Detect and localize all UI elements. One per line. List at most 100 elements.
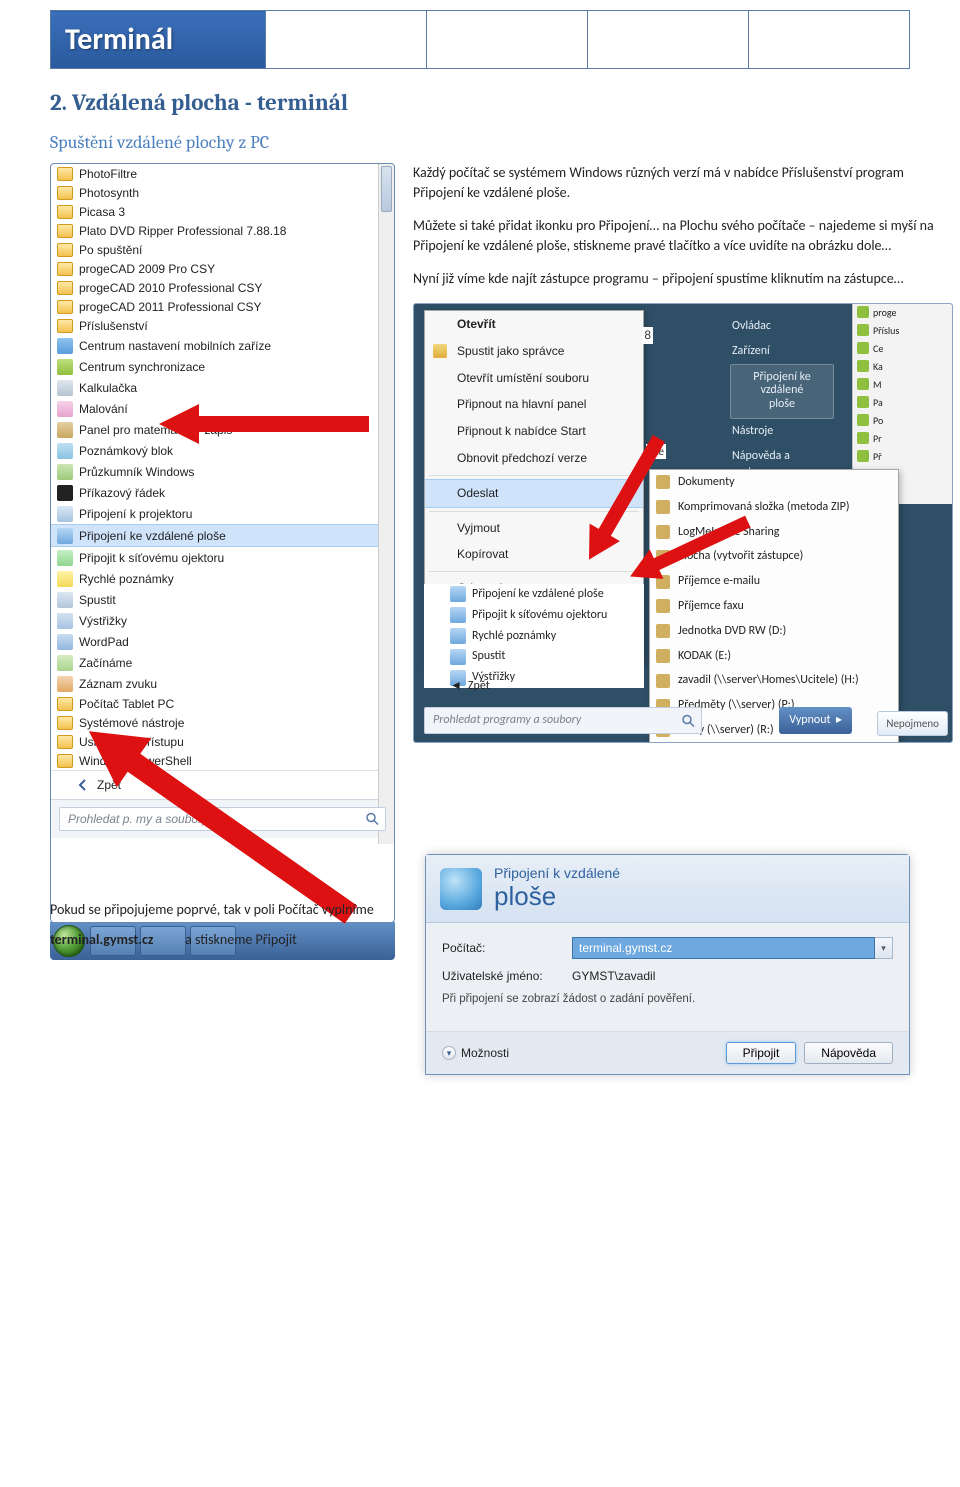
mini-icon-item: Př	[853, 448, 952, 466]
start-menu-item[interactable]: Usnadnění přístupu	[51, 732, 394, 751]
start-menu-item-label: Záznam zvuku	[79, 677, 157, 691]
rdp-instr-1: Pokud se připojujeme poprvé, tak v poli …	[50, 900, 410, 920]
start-menu-item[interactable]: Po spuštění	[51, 240, 394, 259]
start-menu-item[interactable]: progeCAD 2011 Professional CSY	[51, 297, 394, 316]
app-icon	[57, 485, 73, 501]
start-menu-item[interactable]: Windows PowerShell	[51, 751, 394, 770]
mini-icon-item: proge	[853, 304, 952, 322]
folder-icon	[57, 300, 73, 314]
mini-icon	[857, 432, 869, 444]
rdp-computer-combo[interactable]: ▾	[572, 937, 893, 959]
rdp-help-button[interactable]: Nápověda	[804, 1042, 893, 1064]
context-menu-item[interactable]: Otevřít	[425, 311, 643, 338]
mini-icon-item: Ce	[853, 340, 952, 358]
intro-para-1: Každý počítač se systémem Windows různýc…	[413, 163, 953, 202]
rdp-options-toggle[interactable]: ▾ Možnosti	[442, 1046, 509, 1060]
start-menu-item[interactable]: Průzkumník Windows	[51, 461, 394, 482]
sendto-item[interactable]: zavadil (\\server\Homes\Ucitele) (H:)	[650, 668, 898, 693]
start-menu-item-label: Průzkumník Windows	[79, 465, 194, 479]
rdp-instr-2: terminal.gymst.cz a stiskneme Připojit	[50, 930, 410, 950]
start-menu-item[interactable]: progeCAD 2010 Professional CSY	[51, 278, 394, 297]
context-menu-composite: Ovládac Zařízení Připojení ke vzdálené p…	[413, 303, 953, 743]
start-menu-item[interactable]: Photosynth	[51, 183, 394, 202]
shutdown-button[interactable]: Vypnout ▸	[779, 707, 852, 734]
rdp-connect-button[interactable]: Připojit	[726, 1042, 797, 1064]
start-menu-item[interactable]: PhotoFiltre	[51, 164, 394, 183]
start-menu-item[interactable]: Plato DVD Ripper Professional 7.88.18	[51, 221, 394, 240]
mini-icon	[857, 342, 869, 354]
context-menu-item[interactable]: Obnovit předchozí verze	[425, 445, 643, 472]
rdp-computer-dropdown[interactable]: ▾	[875, 937, 893, 959]
intro-para-2: Můžete si také přidat ikonku pro Připoje…	[413, 216, 953, 255]
context-menu-separator	[429, 475, 639, 476]
start-menu-item-label: Příslušenství	[79, 319, 148, 333]
app-icon	[57, 506, 73, 522]
bkg-menu-item[interactable]: Připojení ke vzdálené ploše	[424, 584, 644, 605]
folder-icon	[57, 319, 73, 333]
start-menu-item[interactable]: Připojit k síťovému ojektoru	[51, 547, 394, 568]
folder-icon	[57, 224, 73, 238]
start-menu-item[interactable]: WordPad	[51, 631, 394, 652]
app-icon	[450, 586, 466, 602]
start-menu-item-label: Připojit k síťovému ojektoru	[79, 551, 224, 565]
sendto-item[interactable]: KODAK (E:)	[650, 644, 898, 669]
start-menu-item[interactable]: Picasa 3	[51, 202, 394, 221]
start-menu-item-label: Rychlé poznámky	[79, 572, 174, 586]
bkg-menu-item[interactable]: Rychlé poznámky	[424, 626, 644, 647]
start-menu-item[interactable]: Záznam zvuku	[51, 673, 394, 694]
start-menu-item[interactable]: Spustit	[51, 589, 394, 610]
shield-icon	[433, 344, 447, 358]
start-menu-item[interactable]: Příslušenství	[51, 316, 394, 335]
start-menu-item-label: Počítač Tablet PC	[79, 697, 174, 711]
bkg-back[interactable]: ◄ Zpět	[424, 674, 500, 699]
context-menu-item[interactable]: Otevřít umístění souboru	[425, 365, 643, 392]
shortcut-highlight[interactable]: Připojení ke vzdálené ploše	[730, 364, 834, 419]
start-menu-item[interactable]: progeCAD 2009 Pro CSY	[51, 259, 394, 278]
app-icon	[57, 592, 73, 608]
sendto-item[interactable]: Příjemce faxu	[650, 594, 898, 619]
composite-search[interactable]: Prohledat programy a soubory	[424, 707, 702, 734]
start-search-input[interactable]: Prohledat p. my a soubory	[59, 807, 386, 831]
start-menu-item-label: Po spuštění	[79, 243, 142, 257]
context-menu-item[interactable]: Připnout na hlavní panel	[425, 391, 643, 418]
sendto-icon	[656, 649, 670, 663]
dark-item-1[interactable]: Zařízení	[730, 339, 834, 364]
header-empty-2	[427, 11, 588, 69]
rdp-dialog-titlebar: Připojení k vzdálené ploše	[426, 855, 909, 923]
dark-item-0[interactable]: Ovládac	[730, 314, 834, 339]
start-menu-scrollbar[interactable]	[378, 164, 394, 844]
start-menu-item[interactable]: Připojení ke vzdálené ploše	[51, 524, 394, 547]
start-menu-back[interactable]: Zpět	[51, 770, 394, 799]
start-menu-item[interactable]: Centrum synchronizace	[51, 356, 394, 377]
context-menu-item[interactable]: Připnout k nabídce Start	[425, 418, 643, 445]
app-icon	[57, 676, 73, 692]
start-menu-item[interactable]: Systémové nástroje	[51, 713, 394, 732]
scrollbar-thumb[interactable]	[381, 166, 392, 212]
dark-item-2[interactable]: Nástroje	[730, 419, 834, 444]
start-menu-item[interactable]: Příkazový řádek	[51, 482, 394, 503]
folder-icon	[57, 281, 73, 295]
sendto-item[interactable]: Příjemce e-mailu	[650, 569, 898, 594]
sendto-item[interactable]: Komprimovaná složka (metoda ZIP)	[650, 495, 898, 520]
start-menu-item[interactable]: Začínáme	[51, 652, 394, 673]
search-icon	[682, 714, 695, 727]
sendto-item[interactable]: Jednotka DVD RW (D:)	[650, 619, 898, 644]
sendto-item[interactable]: Dokumenty	[650, 470, 898, 495]
start-menu-item[interactable]: Výstřižky	[51, 610, 394, 631]
start-menu-item-label: Výstřižky	[79, 614, 127, 628]
rdp-user-label: Uživatelské jméno:	[442, 969, 572, 983]
start-menu-item[interactable]: Rychlé poznámky	[51, 568, 394, 589]
start-menu-item-label: Malování	[79, 402, 128, 416]
start-menu-item[interactable]: Počítač Tablet PC	[51, 694, 394, 713]
start-menu-item[interactable]: Centrum nastavení mobilních zaříze	[51, 335, 394, 356]
app-icon	[57, 422, 73, 438]
bkg-menu-item[interactable]: Spustit	[424, 646, 644, 667]
start-menu-item[interactable]: Připojení k projektoru	[51, 503, 394, 524]
start-menu-item[interactable]: Kalkulačka	[51, 377, 394, 398]
context-menu-item[interactable]: Spustit jako správce	[425, 338, 643, 365]
mini-icon-item: Po	[853, 412, 952, 430]
rdp-computer-input[interactable]	[572, 937, 875, 959]
bkg-menu-item[interactable]: Připojit k síťovému ojektoru	[424, 605, 644, 626]
start-menu-list: PhotoFiltrePhotosynthPicasa 3Plato DVD R…	[51, 164, 394, 770]
start-right-dark-panel: Ovládac Zařízení Připojení ke vzdálené p…	[722, 304, 842, 495]
